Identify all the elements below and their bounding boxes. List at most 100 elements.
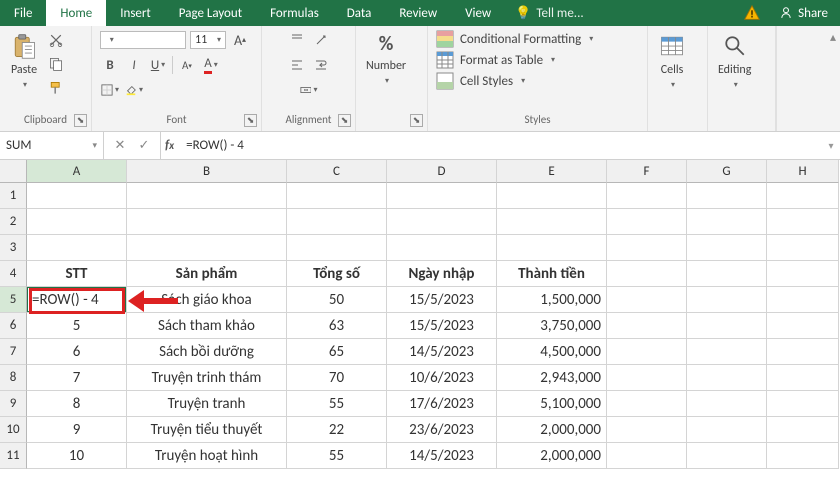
column-header-G[interactable]: G [687, 160, 767, 183]
cell-D1[interactable] [387, 183, 497, 209]
cell-B3[interactable] [127, 235, 287, 261]
underline-button[interactable]: U▾ [148, 55, 168, 75]
borders-button[interactable]: ▾ [100, 80, 120, 100]
cell-B8[interactable]: Truyện trinh thám [127, 365, 287, 391]
cell-B9[interactable]: Truyện tranh [127, 391, 287, 417]
tab-page-layout[interactable]: Page Layout [165, 0, 256, 26]
cell-F4[interactable] [607, 261, 687, 287]
column-header-C[interactable]: C [287, 160, 387, 183]
cell-H9[interactable] [767, 391, 839, 417]
cell-C5[interactable]: 50 [287, 287, 387, 313]
cell-E11[interactable]: 2,000,000 [497, 443, 607, 469]
cell-E1[interactable] [497, 183, 607, 209]
row-header-10[interactable]: 10 [0, 417, 27, 443]
column-header-F[interactable]: F [607, 160, 687, 183]
cell-H11[interactable] [767, 443, 839, 469]
cell-A6[interactable]: 5 [27, 313, 127, 339]
row-header-11[interactable]: 11 [0, 443, 27, 469]
cell-H8[interactable] [767, 365, 839, 391]
cell-B1[interactable] [127, 183, 287, 209]
tell-me[interactable]: 💡 Tell me... [505, 0, 593, 26]
cell-A2[interactable] [27, 209, 127, 235]
shrink-font-button[interactable]: A▾ [177, 55, 197, 75]
cell-F9[interactable] [607, 391, 687, 417]
cell-D9[interactable]: 17/6/2023 [387, 391, 497, 417]
cell-C8[interactable]: 70 [287, 365, 387, 391]
collapse-ribbon-icon[interactable]: ▴ [830, 30, 836, 45]
cell-H10[interactable] [767, 417, 839, 443]
cell-A10[interactable]: 9 [27, 417, 127, 443]
warning-icon[interactable] [737, 0, 767, 26]
cell-C1[interactable] [287, 183, 387, 209]
cell-A11[interactable]: 10 [27, 443, 127, 469]
cell-E2[interactable] [497, 209, 607, 235]
cell-H5[interactable] [767, 287, 839, 313]
wrap-text-button[interactable] [311, 55, 331, 75]
cell-B5[interactable]: Sách giáo khoa [127, 287, 287, 313]
grow-font-button[interactable]: A▴ [230, 30, 250, 50]
cell-D4[interactable]: Ngày nhập [387, 261, 497, 287]
alignment-launcher[interactable]: ⬊ [338, 114, 351, 127]
cell-G7[interactable] [687, 339, 767, 365]
column-header-A[interactable]: A [27, 160, 127, 183]
fill-color-button[interactable]: ▾ [124, 80, 144, 100]
cell-A3[interactable] [27, 235, 127, 261]
fx-icon[interactable]: fx [161, 132, 180, 159]
orientation-button[interactable] [311, 30, 331, 50]
cell-D8[interactable]: 10/6/2023 [387, 365, 497, 391]
cell-G9[interactable] [687, 391, 767, 417]
tab-file[interactable]: File [0, 0, 46, 26]
cell-E4[interactable]: Thành tiền [497, 261, 607, 287]
cell-B11[interactable]: Truyện hoạt hình [127, 443, 287, 469]
tab-formulas[interactable]: Formulas [256, 0, 333, 26]
column-header-H[interactable]: H [767, 160, 839, 183]
clipboard-launcher[interactable]: ⬊ [74, 114, 87, 127]
cell-H1[interactable] [767, 183, 839, 209]
cell-H2[interactable] [767, 209, 839, 235]
cell-G6[interactable] [687, 313, 767, 339]
bold-button[interactable]: B [100, 55, 120, 75]
cell-E5[interactable]: 1,500,000 [497, 287, 607, 313]
cell-A9[interactable]: 8 [27, 391, 127, 417]
cell-F6[interactable] [607, 313, 687, 339]
cell-D7[interactable]: 14/5/2023 [387, 339, 497, 365]
paste-button[interactable]: Paste ▾ [8, 30, 40, 110]
number-format-button[interactable]: % Number ▾ [364, 30, 408, 110]
cell-D2[interactable] [387, 209, 497, 235]
cut-button[interactable] [46, 30, 66, 50]
share-button[interactable]: Share [767, 0, 840, 26]
cell-C2[interactable] [287, 209, 387, 235]
font-size-select[interactable]: 11▾ [190, 31, 226, 49]
conditional-formatting-button[interactable]: Conditional Formatting▾ [436, 30, 593, 48]
row-header-3[interactable]: 3 [0, 235, 27, 261]
row-header-4[interactable]: 4 [0, 261, 27, 287]
merge-center-button[interactable]: ▾ [299, 80, 319, 100]
cell-C4[interactable]: Tổng số [287, 261, 387, 287]
row-header-8[interactable]: 8 [0, 365, 27, 391]
select-all-corner[interactable] [0, 160, 27, 183]
cell-styles-button[interactable]: Cell Styles▾ [436, 72, 593, 90]
cell-E9[interactable]: 5,100,000 [497, 391, 607, 417]
row-header-5[interactable]: 5 [0, 287, 27, 313]
cell-A1[interactable] [27, 183, 127, 209]
cell-A4[interactable]: STT [27, 261, 127, 287]
cell-D11[interactable]: 14/5/2023 [387, 443, 497, 469]
align-left-button[interactable] [287, 55, 307, 75]
cell-D5[interactable]: 15/5/2023 [387, 287, 497, 313]
column-header-E[interactable]: E [497, 160, 607, 183]
cell-F8[interactable] [607, 365, 687, 391]
row-header-7[interactable]: 7 [0, 339, 27, 365]
row-header-9[interactable]: 9 [0, 391, 27, 417]
cell-F3[interactable] [607, 235, 687, 261]
cell-B2[interactable] [127, 209, 287, 235]
cell-E8[interactable]: 2,943,000 [497, 365, 607, 391]
cell-C9[interactable]: 55 [287, 391, 387, 417]
number-launcher[interactable]: ⬊ [410, 114, 423, 127]
cell-E7[interactable]: 4,500,000 [497, 339, 607, 365]
cell-B4[interactable]: Sản phẩm [127, 261, 287, 287]
tab-data[interactable]: Data [333, 0, 386, 26]
cell-E10[interactable]: 2,000,000 [497, 417, 607, 443]
font-launcher[interactable]: ⬊ [244, 114, 257, 127]
cell-F5[interactable] [607, 287, 687, 313]
column-header-B[interactable]: B [127, 160, 287, 183]
